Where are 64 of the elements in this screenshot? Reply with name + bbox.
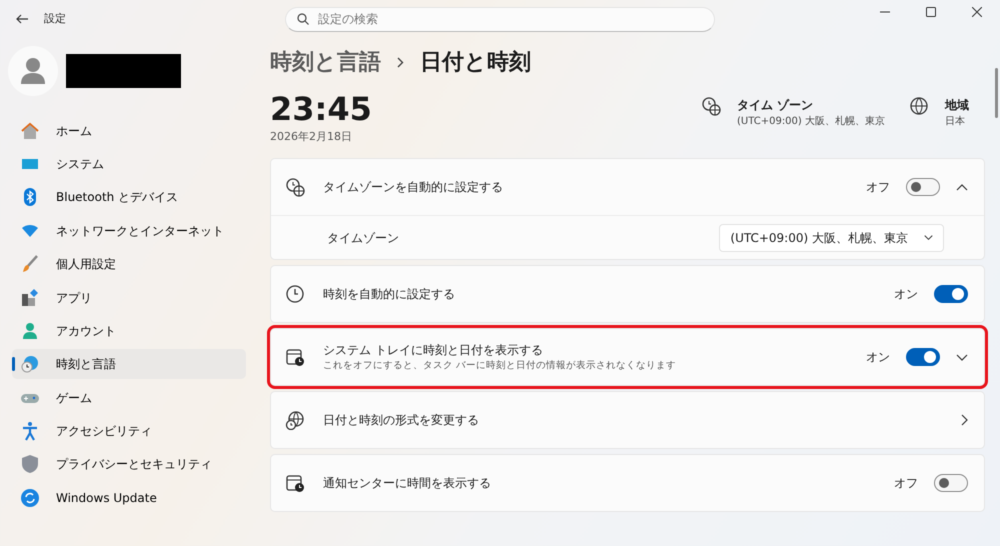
sidebar-item[interactable]: プライバシーとセキュリティ bbox=[12, 449, 246, 480]
setting-label: 時刻を自動的に設定する bbox=[323, 286, 455, 303]
globe-clock-icon bbox=[285, 410, 305, 430]
setting-label: タイムゾーン bbox=[327, 230, 399, 246]
sidebar-item[interactable]: アカウント bbox=[12, 316, 246, 346]
setting-label: システム トレイに時刻と日付を表示する bbox=[323, 342, 544, 359]
sidebar-item[interactable]: ネットワークとインターネット bbox=[12, 216, 246, 246]
summary-value: (UTC+09:00) 大阪、札幌、東京 bbox=[736, 114, 885, 129]
sidebar-item[interactable]: 時刻と言語 bbox=[12, 349, 246, 380]
sidebar-item[interactable]: システム bbox=[12, 149, 246, 180]
summary-title: タイム ゾーン bbox=[736, 97, 814, 114]
toggle-state-label: オン bbox=[866, 349, 890, 366]
sync-icon bbox=[20, 488, 40, 508]
toggle-state-label: オフ bbox=[894, 475, 918, 492]
chevron-down-icon bbox=[924, 234, 933, 241]
toggle-switch[interactable] bbox=[934, 285, 968, 303]
setting-label: 通知センターに時間を表示する bbox=[323, 475, 491, 492]
scrollbar-thumb[interactable] bbox=[995, 68, 998, 118]
paintbrush-icon bbox=[20, 254, 40, 274]
chevron-down-icon[interactable] bbox=[956, 354, 968, 360]
sidebar-item[interactable]: ホーム bbox=[12, 116, 246, 146]
globe-icon bbox=[909, 96, 929, 116]
chevron-up-icon[interactable] bbox=[956, 184, 968, 190]
breadcrumb-parent[interactable]: 時刻と言語 bbox=[270, 46, 381, 78]
toggle-switch[interactable] bbox=[906, 348, 940, 366]
calendar-clock-icon bbox=[285, 347, 305, 367]
toggle-state-label: オフ bbox=[866, 179, 890, 196]
toggle-state-label: オン bbox=[894, 286, 918, 303]
timezone-dropdown[interactable]: (UTC+09:00) 大阪、札幌、東京 bbox=[719, 224, 944, 252]
setting-label: 日付と時刻の形式を変更する bbox=[323, 412, 479, 429]
chevron-right-icon[interactable] bbox=[961, 414, 968, 426]
accessibility-icon bbox=[20, 421, 40, 442]
apps-icon bbox=[20, 288, 40, 308]
shield-icon bbox=[20, 454, 40, 474]
sidebar-item[interactable]: アクセシビリティ bbox=[12, 416, 246, 446]
person-icon bbox=[20, 320, 40, 341]
home-icon bbox=[20, 120, 40, 141]
search-field[interactable]: 設定の検索 bbox=[285, 6, 715, 32]
sidebar-item[interactable]: Windows Update bbox=[12, 482, 246, 513]
window-title: 設定 bbox=[44, 10, 66, 27]
summary-title: 地域 bbox=[945, 97, 969, 114]
globe-clock-icon bbox=[20, 354, 40, 374]
sidebar-item[interactable]: Bluetooth とデバイス bbox=[12, 182, 246, 212]
current-time: 23:45 bbox=[270, 92, 372, 128]
page-title: 日付と時刻 bbox=[420, 48, 531, 76]
maximize-icon[interactable] bbox=[926, 7, 936, 17]
clock-icon bbox=[285, 284, 305, 304]
back-arrow-icon[interactable] bbox=[16, 14, 28, 24]
sidebar-item[interactable]: ゲーム bbox=[12, 382, 246, 413]
summary-value: 日本 bbox=[945, 114, 966, 129]
minimize-icon[interactable] bbox=[880, 11, 890, 13]
calendar-clock-icon bbox=[285, 473, 305, 493]
chevron-right-icon bbox=[397, 56, 404, 68]
clock-globe-icon bbox=[700, 96, 721, 116]
avatar-icon bbox=[8, 46, 58, 96]
setting-label: タイムゾーンを自動的に設定する bbox=[323, 179, 503, 196]
sidebar-item[interactable]: アプリ bbox=[12, 282, 246, 313]
toggle-switch[interactable] bbox=[906, 178, 940, 196]
current-date: 2026年2月18日 bbox=[270, 129, 353, 146]
clock-globe-icon bbox=[285, 177, 305, 197]
toggle-switch[interactable] bbox=[934, 474, 968, 492]
sidebar-item[interactable]: 個人用設定 bbox=[12, 249, 246, 280]
close-icon[interactable] bbox=[972, 7, 982, 17]
setting-description: これをオフにすると、タスク バーに時刻と日付の情報が表示されなくなります bbox=[323, 358, 676, 373]
